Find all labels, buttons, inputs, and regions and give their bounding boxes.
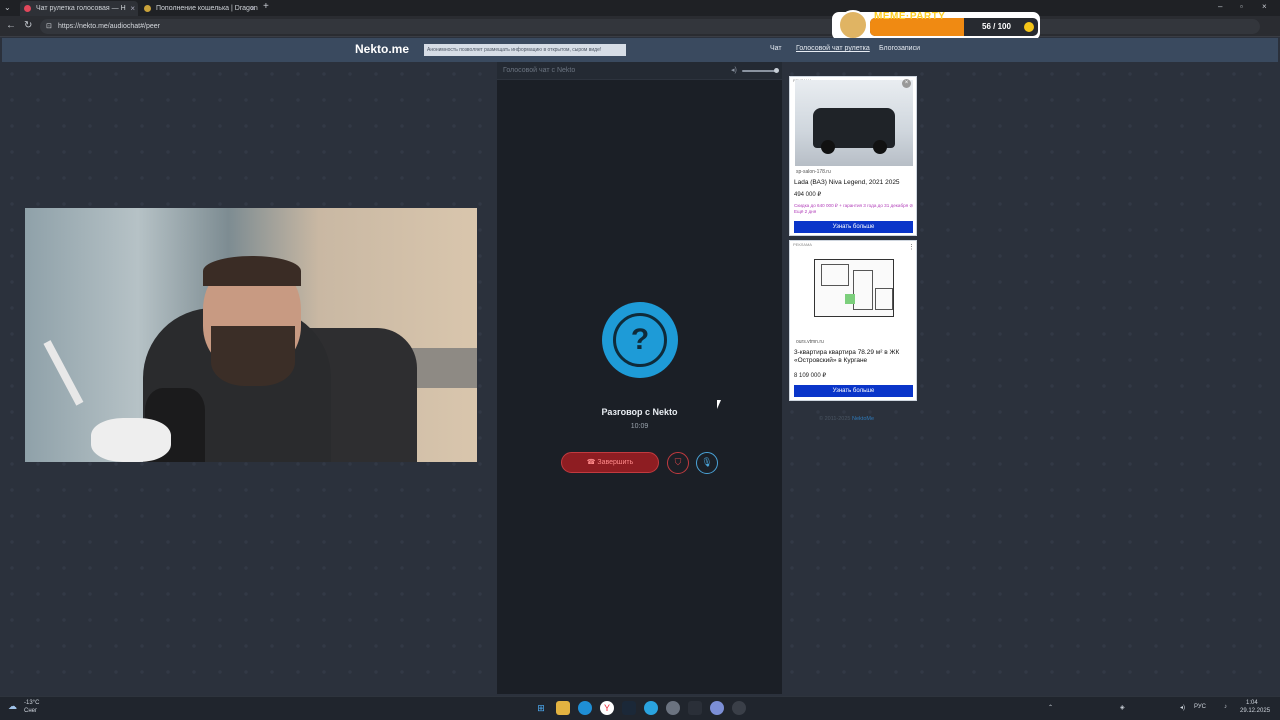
close-window-icon[interactable]: × — [1262, 1, 1267, 13]
coin-icon — [1024, 22, 1034, 32]
tray-chevron-icon[interactable]: ⌃ — [1048, 704, 1053, 711]
minimize-icon[interactable]: – — [1218, 1, 1222, 13]
end-call-button[interactable]: ☎ Завершить — [561, 452, 659, 473]
tab-active[interactable]: Чат рулетка голосовая — Н × — [20, 1, 138, 16]
close-tab-icon[interactable]: × — [130, 1, 135, 16]
reload-icon[interactable]: ↻ — [24, 20, 32, 32]
clock-date[interactable]: 29.12.2025 — [1240, 708, 1270, 714]
tab-menu-icon[interactable]: ⌄ — [4, 2, 11, 14]
overlay-score: 56 / 100 — [982, 22, 1011, 31]
mouse-cursor-icon — [717, 400, 721, 409]
voice-chat-panel: Голосовой чат с Nekto ◂) ? Разговор с Ne… — [497, 62, 782, 694]
volume-slider-knob[interactable] — [774, 68, 779, 73]
hangup-icon: ☎ — [586, 459, 598, 466]
tab-wallet[interactable]: Пополнение кошелька | Dragon × — [140, 1, 258, 16]
meme-party-widget: MEME·PARTY 56 / 100 — [832, 10, 1040, 40]
url-text: https://nekto.me/audiochat#/peer — [58, 23, 160, 30]
weather-desc: Снег — [24, 708, 38, 714]
ad-card-car[interactable]: РЕКЛАМА × sp-salon-178.ru Lada (ВАЗ) Niv… — [789, 76, 917, 236]
language-indicator[interactable]: РУС — [1194, 704, 1206, 710]
back-icon[interactable]: ← — [6, 20, 16, 32]
edge-icon[interactable] — [578, 701, 592, 715]
doge-icon — [838, 10, 868, 40]
nav-chat[interactable]: Чат — [770, 45, 782, 52]
speaker-icon[interactable]: ♪ — [1224, 704, 1227, 710]
telegram-icon[interactable] — [644, 701, 658, 715]
end-call-label: Завершить — [597, 459, 634, 466]
browser-tabbar: ⌄ Чат рулетка голосовая — Н × Пополнение… — [0, 0, 1280, 16]
conversation-title: Разговор с Nekto — [601, 407, 678, 417]
new-tab-icon[interactable]: + — [263, 1, 269, 13]
settings-icon[interactable] — [666, 701, 680, 715]
windows-start-icon[interactable]: ⊞ — [534, 701, 548, 715]
volume-icon[interactable]: ◂) — [1180, 704, 1185, 711]
site-logo[interactable]: Nekto.me — [355, 42, 409, 56]
ad-card-apartment[interactable]: РЕКЛАМА ⋮ ours.vtmn.ru 3-квартира кварти… — [789, 240, 917, 401]
site-header: Nekto.me Анонимность позволяет размещать… — [2, 38, 1278, 62]
tab-title: Пополнение кошелька | Dragon — [156, 5, 258, 12]
file-explorer-icon[interactable] — [556, 701, 570, 715]
more-options-icon[interactable]: ⋮ — [908, 243, 915, 251]
app-icon[interactable] — [688, 701, 702, 715]
tab-title: Чат рулетка голосовая — Н — [36, 5, 126, 12]
footer-link[interactable]: NektoMe — [852, 416, 874, 422]
ad-title: 3-квартира квартира 78.29 м² в ЖК «Остро… — [794, 349, 900, 364]
lock-icon: ⊡ — [46, 23, 52, 30]
close-tab-icon[interactable]: × — [250, 1, 255, 16]
browser-addressbar: ← ↻ ⊡ https://nekto.me/audiochat#/peer — [0, 16, 1280, 37]
notice-banner: Анонимность позволяет размещать информац… — [424, 44, 626, 56]
discord-icon[interactable] — [710, 701, 724, 715]
page: Nekto.me Анонимность позволяет размещать… — [2, 38, 1278, 694]
footer-copyright: © 2011-2025 — [819, 416, 851, 422]
ad-close-icon[interactable]: × — [902, 79, 911, 88]
question-mark-icon: ? — [613, 313, 667, 367]
ad-title: Lada (ВАЗ) Niva Legend, 2021 2025 — [794, 179, 900, 186]
nekto-favicon-icon — [24, 5, 31, 12]
ad-note: Скидка до 640 000 ₽ + гарантия 3 года до… — [794, 203, 914, 214]
weather-icon: ☁ — [8, 701, 17, 711]
windows-taskbar: ☁ -13°C Снег ⊞ Y ⌃ ◈ ◂) РУС ♪ 1:04 29.12… — [0, 696, 1280, 720]
floorplan-image — [814, 259, 894, 317]
panel-title: Голосовой чат с Nekto — [503, 67, 576, 74]
ad-price: 494 000 ₽ — [794, 192, 822, 198]
dragon-favicon-icon — [144, 5, 151, 12]
steam-icon[interactable] — [622, 701, 636, 715]
volume-icon: ◂) — [731, 67, 737, 74]
panel-header: Голосовой чат с Nekto ◂) — [497, 62, 782, 80]
clock-time[interactable]: 1:04 — [1246, 700, 1258, 706]
nav-voice-chat[interactable]: Голосовой чат рулетка — [796, 45, 870, 52]
avatar-circle: ? — [602, 302, 678, 378]
overlay-title: MEME·PARTY — [874, 11, 946, 22]
footer: © 2011-2025 NektoMe — [819, 416, 874, 422]
microphone-icon: 🎙 — [701, 457, 713, 467]
shield-icon: ⛉ — [674, 457, 682, 467]
yandex-browser-icon[interactable]: Y — [600, 701, 614, 715]
ad-label: РЕКЛАМА — [793, 242, 812, 247]
call-timer: 10:09 — [630, 423, 649, 430]
url-field[interactable]: ⊡ https://nekto.me/audiochat#/peer — [40, 19, 1260, 34]
network-icon[interactable]: ◈ — [1120, 704, 1125, 711]
ad-domain: sp-salon-178.ru — [796, 169, 831, 175]
volume-slider[interactable] — [742, 70, 776, 72]
ad-price: 8 109 000 ₽ — [794, 373, 827, 379]
report-button[interactable]: ⛉ — [667, 452, 689, 474]
webcam-video — [25, 208, 477, 462]
ad-domain: ours.vtmn.ru — [796, 339, 824, 345]
nav-blog[interactable]: Блогозаписи — [879, 45, 920, 52]
ad-learn-more-button[interactable]: Узнать больше — [794, 385, 913, 397]
weather-temp: -13°C — [24, 700, 40, 706]
maximize-icon[interactable]: ▫ — [1240, 1, 1243, 13]
mic-button[interactable]: 🎙 — [696, 452, 718, 474]
car-image — [795, 80, 913, 166]
ad-learn-more-button[interactable]: Узнать больше — [794, 221, 913, 233]
obs-icon[interactable] — [732, 701, 746, 715]
